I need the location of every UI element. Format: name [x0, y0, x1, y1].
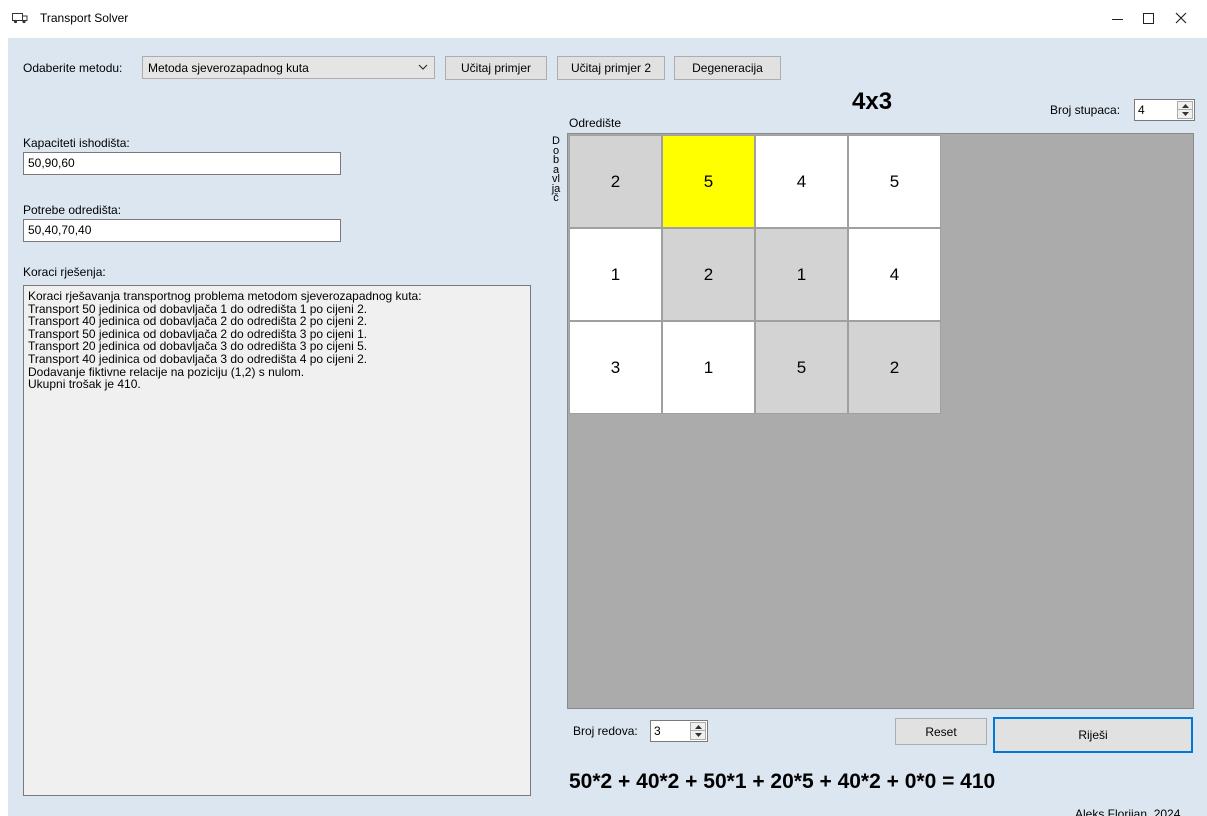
matrix-cell[interactable]: 4 — [755, 135, 848, 228]
method-select-value: Metoda sjeverozapadnog kuta — [148, 61, 309, 75]
rows-spinner-buttons[interactable] — [690, 722, 706, 740]
steps-line: Transport 40 jedinica od dobavljača 2 do… — [28, 314, 368, 329]
chevron-down-icon — [418, 64, 428, 70]
supplier-label: Dobavljač — [551, 135, 561, 204]
result-formula: 50*2 + 40*2 + 50*1 + 20*5 + 40*2 + 0*0 =… — [569, 770, 996, 793]
columns-label: Broj stupaca: — [1050, 103, 1121, 117]
matrix-cell[interactable]: 5 — [755, 321, 848, 414]
steps-line: Koraci rješavanja transportnog problema … — [28, 289, 422, 303]
columns-spinner[interactable]: 4 — [1134, 99, 1195, 121]
matrix-cell[interactable]: 1 — [569, 228, 662, 321]
rows-value: 3 — [654, 724, 661, 738]
demands-input[interactable]: 50,40,70,40 — [23, 219, 341, 242]
close-button[interactable] — [1158, 0, 1204, 36]
author-credit: Aleks Florijan, 2024. — [1075, 807, 1184, 816]
solve-button[interactable]: Riješi — [993, 717, 1193, 753]
rows-label: Broj redova: — [573, 724, 638, 738]
dimension-title: 4x3 — [852, 88, 893, 115]
destination-label: Odredište — [569, 116, 622, 130]
minimize-icon — [1111, 18, 1123, 20]
method-select[interactable]: Metoda sjeverozapadnog kuta — [142, 56, 435, 79]
matrix-cell[interactable]: 1 — [662, 321, 755, 414]
title-bar: Transport Solver — [0, 0, 1207, 38]
matrix-cell[interactable]: 1 — [755, 228, 848, 321]
steps-line: Ukupni trošak je 410. — [28, 377, 141, 392]
spin-up-icon[interactable] — [691, 723, 705, 731]
matrix-cell[interactable]: 2 — [569, 135, 662, 228]
reset-button[interactable]: Reset — [895, 718, 987, 745]
capacities-label: Kapaciteti ishodišta: — [23, 136, 130, 150]
supplier-label-text: Dobavljač — [551, 135, 561, 204]
columns-value: 4 — [1138, 103, 1145, 117]
columns-spinner-buttons[interactable] — [1177, 101, 1193, 119]
capacities-input[interactable]: 50,90,60 — [23, 152, 341, 175]
load-example-1-button[interactable]: Učitaj primjer — [445, 56, 547, 80]
steps-line: Transport 40 jedinica od dobavljača 3 do… — [28, 351, 368, 366]
degeneracy-button[interactable]: Degeneracija — [674, 56, 781, 80]
truck-icon — [12, 13, 28, 24]
steps-textarea[interactable]: Koraci rješavanja transportnog problema … — [23, 285, 531, 796]
window-title: Transport Solver — [40, 11, 129, 25]
matrix-cell[interactable]: 5 — [662, 135, 755, 228]
matrix-cell[interactable]: 3 — [569, 321, 662, 414]
spin-down-icon[interactable] — [691, 731, 705, 739]
load-example-2-button[interactable]: Učitaj primjer 2 — [557, 56, 665, 80]
spin-down-icon[interactable] — [1178, 110, 1192, 118]
cost-matrix-grid: 254512143152 — [567, 133, 1194, 709]
matrix-cell[interactable]: 5 — [848, 135, 941, 228]
close-icon — [1175, 12, 1187, 24]
spin-up-icon[interactable] — [1178, 102, 1192, 110]
steps-label: Koraci rješenja: — [23, 265, 106, 279]
demands-label: Potrebe odredišta: — [23, 203, 122, 217]
rows-spinner[interactable]: 3 — [650, 720, 708, 742]
matrix-cell[interactable]: 2 — [662, 228, 755, 321]
method-label: Odaberite metodu: — [23, 61, 123, 75]
maximize-icon — [1142, 12, 1154, 24]
matrix-cell[interactable]: 2 — [848, 321, 941, 414]
matrix-cell[interactable]: 4 — [848, 228, 941, 321]
